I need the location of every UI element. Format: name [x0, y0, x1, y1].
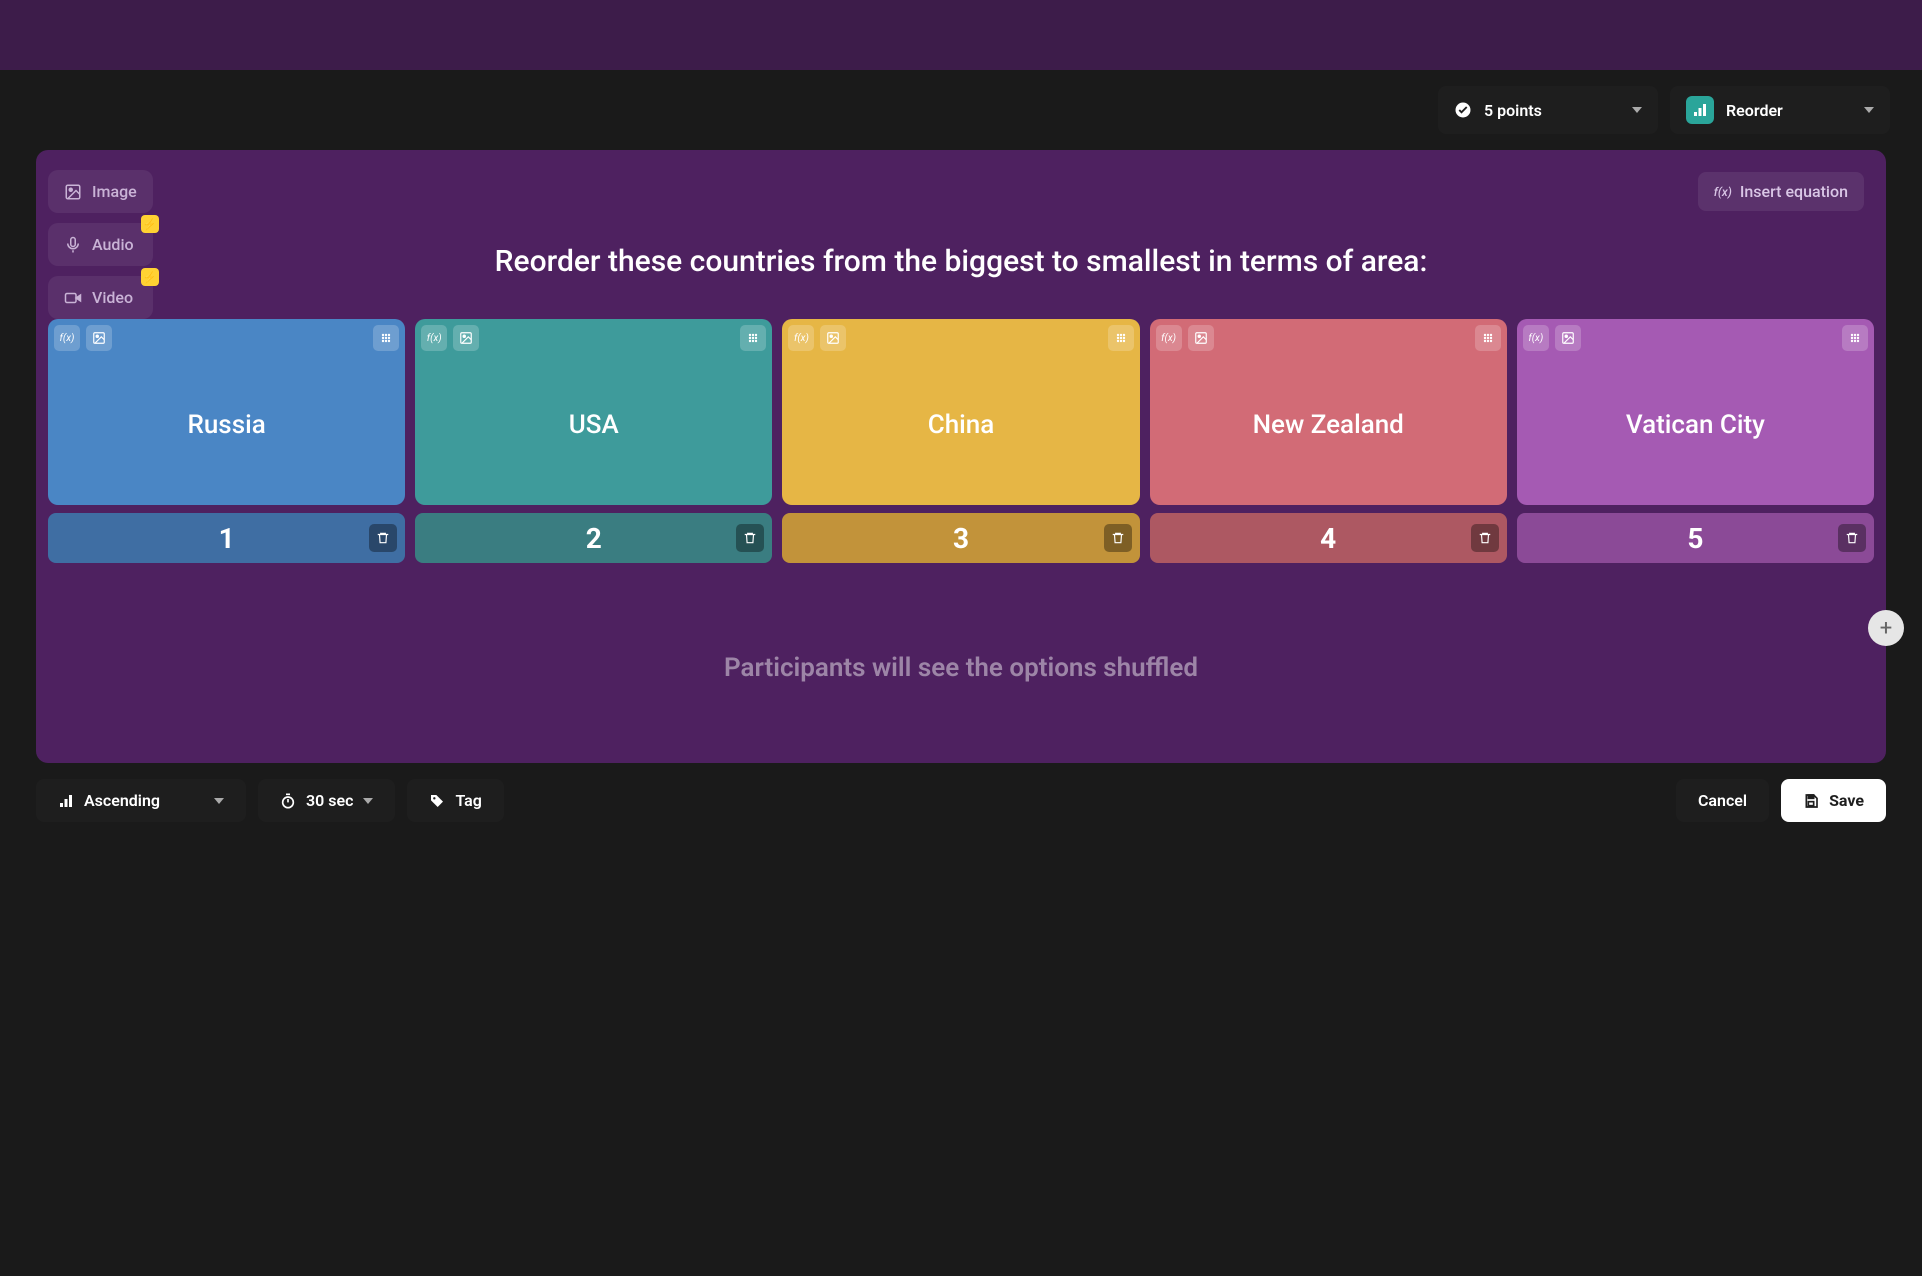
answer-card: f(x) Russia 1	[48, 319, 405, 563]
answer-card-body[interactable]: f(x) USA	[415, 319, 772, 505]
function-icon: f(x)	[1714, 185, 1732, 199]
image-icon[interactable]	[453, 325, 479, 351]
shuffle-hint: Participants will see the options shuffl…	[36, 653, 1886, 683]
image-icon[interactable]	[820, 325, 846, 351]
question-text[interactable]: Reorder these countries from the biggest…	[196, 244, 1726, 279]
drag-handle-icon[interactable]	[1108, 325, 1134, 351]
drag-handle-icon[interactable]	[1475, 325, 1501, 351]
answer-card: f(x) China 3	[782, 319, 1139, 563]
chevron-down-icon	[1864, 107, 1874, 113]
answer-cards-row: f(x) Russia 1 f(x) USA	[36, 319, 1886, 563]
answer-text[interactable]: China	[788, 351, 1133, 499]
checkmark-circle-icon	[1454, 101, 1472, 119]
time-limit-label: 30 sec	[306, 791, 353, 810]
image-label: Image	[92, 182, 137, 201]
equation-label: Insert equation	[1740, 182, 1848, 201]
audio-label: Audio	[92, 235, 134, 254]
delete-answer-button[interactable]	[1838, 524, 1866, 552]
settings-toolbar: 5 points Reorder	[0, 70, 1922, 150]
drag-handle-icon[interactable]	[740, 325, 766, 351]
save-icon	[1803, 793, 1819, 809]
cancel-label: Cancel	[1698, 791, 1747, 810]
app-header	[0, 0, 1922, 70]
media-attach-group: Image Audio ⚡ Video ⚡	[48, 170, 153, 319]
answer-card: f(x) New Zealand 4	[1150, 319, 1507, 563]
answer-card-body[interactable]: f(x) Russia	[48, 319, 405, 505]
trash-icon	[1478, 531, 1492, 545]
trash-icon	[743, 531, 757, 545]
question-editor: Image Audio ⚡ Video ⚡ f(x) Insert equati…	[36, 150, 1886, 763]
chevron-down-icon	[363, 798, 373, 804]
tag-button[interactable]: Tag	[407, 779, 503, 822]
answer-card: f(x) USA 2	[415, 319, 772, 563]
answer-text[interactable]: USA	[421, 351, 766, 499]
drag-handle-icon[interactable]	[373, 325, 399, 351]
delete-answer-button[interactable]	[1104, 524, 1132, 552]
equation-icon[interactable]: f(x)	[421, 325, 447, 351]
answer-order-slot: 3	[782, 513, 1139, 563]
answer-card-body[interactable]: f(x) Vatican City	[1517, 319, 1874, 505]
answer-text[interactable]: Russia	[54, 351, 399, 499]
image-icon[interactable]	[1555, 325, 1581, 351]
time-limit-dropdown[interactable]: 30 sec	[258, 779, 395, 822]
equation-icon[interactable]: f(x)	[1523, 325, 1549, 351]
image-icon	[64, 183, 82, 201]
insert-equation-button[interactable]: f(x) Insert equation	[1698, 172, 1864, 211]
order-number: 3	[953, 522, 969, 555]
question-type-label: Reorder	[1726, 101, 1783, 120]
premium-badge-icon: ⚡	[141, 268, 159, 286]
add-image-button[interactable]: Image	[48, 170, 153, 213]
order-number: 4	[1320, 522, 1336, 555]
delete-answer-button[interactable]	[736, 524, 764, 552]
chevron-down-icon	[1632, 107, 1642, 113]
bar-chart-icon	[58, 793, 74, 809]
answer-order-slot: 5	[1517, 513, 1874, 563]
answer-order-slot: 4	[1150, 513, 1507, 563]
stopwatch-icon	[280, 793, 296, 809]
trash-icon	[1845, 531, 1859, 545]
add-video-button[interactable]: Video ⚡	[48, 276, 153, 319]
order-number: 5	[1687, 522, 1703, 555]
video-icon	[64, 289, 82, 307]
delete-answer-button[interactable]	[1471, 524, 1499, 552]
reorder-type-icon	[1686, 96, 1714, 124]
drag-handle-icon[interactable]	[1842, 325, 1868, 351]
trash-icon	[376, 531, 390, 545]
cancel-button[interactable]: Cancel	[1676, 779, 1769, 822]
answer-card: f(x) Vatican City 5	[1517, 319, 1874, 563]
answer-card-body[interactable]: f(x) China	[782, 319, 1139, 505]
add-answer-button[interactable]: +	[1868, 610, 1904, 646]
equation-icon[interactable]: f(x)	[1156, 325, 1182, 351]
equation-icon[interactable]: f(x)	[54, 325, 80, 351]
answer-text[interactable]: Vatican City	[1523, 351, 1868, 499]
image-icon[interactable]	[1188, 325, 1214, 351]
order-number: 1	[219, 522, 235, 555]
video-label: Video	[92, 288, 133, 307]
answer-card-body[interactable]: f(x) New Zealand	[1150, 319, 1507, 505]
equation-icon[interactable]: f(x)	[788, 325, 814, 351]
image-icon[interactable]	[86, 325, 112, 351]
save-button[interactable]: Save	[1781, 779, 1886, 822]
order-number: 2	[586, 522, 602, 555]
points-dropdown[interactable]: 5 points	[1438, 86, 1658, 134]
tag-icon	[429, 793, 445, 809]
chevron-down-icon	[214, 798, 224, 804]
add-audio-button[interactable]: Audio ⚡	[48, 223, 153, 266]
premium-badge-icon: ⚡	[141, 215, 159, 233]
save-label: Save	[1829, 791, 1864, 810]
answer-text[interactable]: New Zealand	[1156, 351, 1501, 499]
trash-icon	[1111, 531, 1125, 545]
order-direction-dropdown[interactable]: Ascending	[36, 779, 246, 822]
points-label: 5 points	[1484, 101, 1542, 120]
answer-order-slot: 2	[415, 513, 772, 563]
bottom-action-bar: Ascending 30 sec Tag Cancel Save	[0, 779, 1922, 840]
delete-answer-button[interactable]	[369, 524, 397, 552]
microphone-icon	[64, 236, 82, 254]
order-direction-label: Ascending	[84, 791, 160, 810]
question-type-dropdown[interactable]: Reorder	[1670, 86, 1890, 134]
plus-icon: +	[1880, 616, 1892, 641]
answer-order-slot: 1	[48, 513, 405, 563]
tag-label: Tag	[455, 791, 481, 810]
